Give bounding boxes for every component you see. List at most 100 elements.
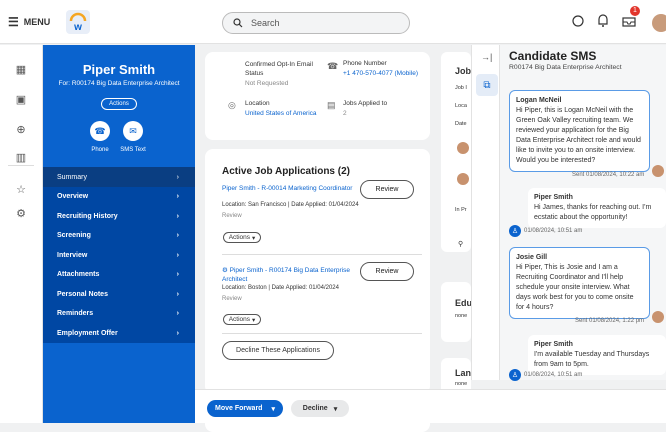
top-bar: ☰ MENU w Search 1 xyxy=(0,0,666,44)
move-forward-button[interactable]: Move Forward ▾ xyxy=(207,400,283,417)
phone-number-value[interactable]: +1 470-570-4077 (Mobile) xyxy=(343,70,418,77)
decline-button[interactable]: Decline ▾ xyxy=(291,400,349,417)
application-link-2[interactable]: ⚙ Piper Smith - R00174 Big Data Enterpri… xyxy=(222,266,352,284)
location-value[interactable]: United States of America xyxy=(245,110,317,117)
review-button-2[interactable]: Review xyxy=(360,262,414,281)
education-value: none xyxy=(455,313,468,319)
message-bubble: Logan McNeil Hi Piper, this is Logan McN… xyxy=(509,90,650,172)
sender-avatar xyxy=(652,165,664,177)
message-text: I'm available Tuesday and Thursdays from… xyxy=(534,351,650,368)
nav-personal-notes[interactable]: Personal Notes › xyxy=(43,285,195,305)
candidate-nav: Summary › Overview › Recruiting History › S… xyxy=(43,167,195,343)
caret-down-icon[interactable]: ▾ xyxy=(271,405,275,413)
sms-label: SMS Text xyxy=(120,147,146,153)
application-status-1: Review xyxy=(222,213,242,219)
nav-reminders[interactable]: Reminders › xyxy=(43,304,195,324)
bottom-action-bar: Move Forward ▾ Decline ▾ xyxy=(195,389,666,423)
decline-applications-button[interactable]: Decline These Applications xyxy=(222,341,334,360)
application-meta-1: Location: San Francisco | Date Applied: … xyxy=(222,202,359,208)
conversation-icon[interactable]: ⧉ xyxy=(476,74,498,96)
chevron-right-icon: › xyxy=(176,290,179,298)
chat-icon[interactable] xyxy=(571,10,585,30)
languages-value: none xyxy=(455,381,468,387)
nav-interview[interactable]: Interview › xyxy=(43,246,195,266)
message-author: Logan McNeil xyxy=(516,97,562,104)
candidate-sms-panel: Candidate SMS R00174 Big Data Enterprise… xyxy=(499,45,666,381)
application-status-2: Review xyxy=(222,296,242,302)
application-icon: ⚙ xyxy=(222,267,230,274)
sms-subtitle: R00174 Big Data Enterprise Architect xyxy=(509,64,622,71)
candidate-name: Piper Smith xyxy=(82,62,156,77)
application-title-2: Piper Smith - R00174 Big Data Enterprise… xyxy=(222,267,350,283)
chevron-right-icon: › xyxy=(176,271,179,279)
message-bubble: Piper Smith Hi James, thanks for reachin… xyxy=(528,188,666,228)
nav-label: Overview xyxy=(57,193,89,201)
in-progress-label: In Pr xyxy=(455,207,467,213)
user-avatar[interactable] xyxy=(652,14,666,32)
review-button-1[interactable]: Review xyxy=(360,180,414,199)
message-text: Hi James, thanks for reaching out. I'm e… xyxy=(534,204,652,221)
message-meta: ♙ 01/08/2024, 10:51 am xyxy=(509,225,582,237)
search-icon: ⚲ xyxy=(458,241,464,248)
phone-icon[interactable]: ☎ xyxy=(90,121,110,141)
chart-icon[interactable]: ▥ xyxy=(13,149,29,165)
notification-badge: 1 xyxy=(630,6,640,16)
collapse-icon[interactable]: →| xyxy=(481,52,492,62)
nav-screening[interactable]: Screening › xyxy=(43,226,195,246)
apps-grid-icon[interactable]: ▦ xyxy=(13,61,29,77)
actions-label: Actions xyxy=(228,316,251,323)
job-id-label: Job I xyxy=(455,85,467,91)
message-text: Hi Piper, This is Josie and I am a Recru… xyxy=(516,264,634,311)
candidate-avatar-icon: ♙ xyxy=(509,225,521,237)
message-meta: ♙ 01/08/2024, 10:51 am xyxy=(509,369,582,381)
candidate-panel: Piper Smith For: R00174 Big Data Enterpr… xyxy=(43,45,195,423)
document-icon[interactable]: ▣ xyxy=(13,91,29,107)
caret-down-icon: ▾ xyxy=(333,405,338,413)
actions-button[interactable]: Actions xyxy=(101,98,137,110)
job-date-label: Date xyxy=(455,121,467,127)
chevron-right-icon: › xyxy=(176,232,179,240)
nav-label: Attachments xyxy=(57,271,100,279)
menu-button[interactable]: ☰ MENU xyxy=(8,15,50,29)
chevron-right-icon: › xyxy=(176,251,179,259)
location-label: Location xyxy=(245,100,270,107)
nav-attachments[interactable]: Attachments › xyxy=(43,265,195,285)
caret-down-icon: ▾ xyxy=(252,234,256,242)
sms-icon[interactable]: ✉ xyxy=(123,121,143,141)
chevron-right-icon: › xyxy=(176,173,179,181)
chevron-right-icon: › xyxy=(176,310,179,318)
nav-label: Screening xyxy=(57,232,91,240)
bell-icon[interactable] xyxy=(597,10,609,30)
nav-label: Summary xyxy=(57,173,87,181)
workday-logo[interactable]: w xyxy=(66,10,90,34)
location-pin-icon: ◎ xyxy=(228,100,236,110)
application-link-1[interactable]: Piper Smith - R-00014 Marketing Coordina… xyxy=(222,185,352,192)
nav-overview[interactable]: Overview › xyxy=(43,187,195,207)
application-actions-2[interactable]: Actions ▾ xyxy=(223,314,261,325)
application-meta-2: Location: Boston | Date Applied: 01/04/2… xyxy=(222,285,339,291)
candidate-avatar-icon: ♙ xyxy=(509,369,521,381)
optin-value: Not Requested xyxy=(245,80,289,87)
message-author: Josie Gill xyxy=(516,254,548,261)
gear-icon[interactable]: ⚙ xyxy=(13,205,29,221)
chevron-right-icon: › xyxy=(176,212,179,220)
message-time: 01/08/2024, 10:51 am xyxy=(524,228,583,234)
application-actions-1[interactable]: Actions ▾ xyxy=(223,232,261,243)
svg-text:w: w xyxy=(73,22,82,33)
message-bubble: Josie Gill Hi Piper, This is Josie and I… xyxy=(509,247,650,319)
sms-side-rail: →| ⧉ xyxy=(471,45,499,380)
nav-summary[interactable]: Summary › xyxy=(43,167,195,187)
sms-title: Candidate SMS xyxy=(509,49,597,63)
jobs-applied-label: Jobs Applied to xyxy=(343,100,388,107)
actions-label: Actions xyxy=(228,234,251,241)
education-heading: Edu xyxy=(455,298,472,308)
message-time: 01/08/2024, 10:51 am xyxy=(524,372,583,378)
job-location-label: Loca xyxy=(455,103,467,109)
nav-recruiting-history[interactable]: Recruiting History › xyxy=(43,207,195,227)
star-icon[interactable]: ☆ xyxy=(13,181,29,197)
search-input[interactable]: Search xyxy=(222,12,410,34)
magnify-icon[interactable]: ⊕ xyxy=(13,121,29,137)
phone-icon: ☎ xyxy=(327,61,339,71)
nav-employment-offer[interactable]: Employment Offer › xyxy=(43,324,195,344)
nav-label: Reminders xyxy=(57,310,94,318)
